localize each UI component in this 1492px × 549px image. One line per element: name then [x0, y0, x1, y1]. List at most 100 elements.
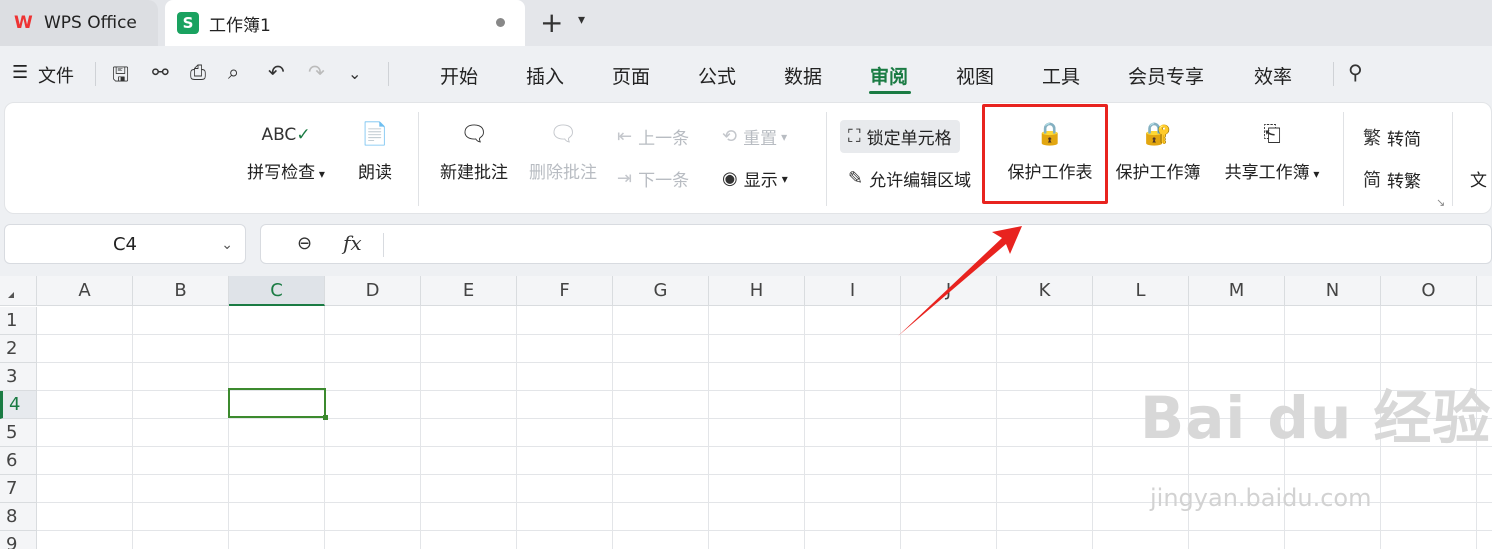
divider — [383, 233, 384, 257]
lock-cell-button[interactable]: ⛶ 锁定单元格 — [840, 120, 960, 153]
select-all-corner[interactable] — [0, 276, 37, 306]
menu-item-tools[interactable]: 工具 — [1042, 62, 1080, 89]
print-icon[interactable]: ⎙ — [190, 60, 206, 84]
menu-item-member[interactable]: 会员专享 — [1128, 62, 1204, 89]
tab-document[interactable]: S 工作簿1 — [165, 0, 525, 46]
to-traditional-button[interactable]: 简转繁 — [1363, 166, 1421, 192]
lock-cell-icon: ⛶ — [848, 126, 861, 147]
row-header[interactable]: 2 — [0, 335, 37, 363]
menu-item-start[interactable]: 开始 — [440, 62, 478, 89]
read-aloud-button[interactable]: 📄 朗读 — [352, 118, 398, 183]
show-button[interactable]: ◉ 显示 ▾ — [722, 166, 788, 191]
ribbon-divider — [1452, 112, 1453, 206]
protect-workbook-label: 保护工作簿 — [1115, 163, 1201, 183]
link-icon[interactable]: ⚯ — [152, 60, 169, 84]
reset-button[interactable]: ⟲ 重置 ▾ — [722, 124, 787, 149]
simplified-char-icon: 简 — [1363, 170, 1381, 191]
menu-item-page[interactable]: 页面 — [612, 62, 650, 89]
chevron-down-icon[interactable]: ⌄ — [221, 225, 233, 265]
baidu-watermark-url: jingyan.baidu.com — [1150, 484, 1372, 512]
edit-range-icon: ✎ — [848, 168, 864, 189]
undo-icon[interactable]: ↶ — [268, 60, 285, 84]
menu-item-data[interactable]: 数据 — [784, 62, 822, 89]
column-header[interactable]: D — [325, 276, 421, 306]
column-header[interactable]: J — [901, 276, 997, 306]
row-header[interactable]: 1 — [0, 307, 37, 335]
column-header[interactable]: B — [133, 276, 229, 306]
column-header[interactable]: E — [421, 276, 517, 306]
delete-comment-button[interactable]: 🗨 删除批注 — [525, 118, 601, 183]
fx-icon[interactable]: fx — [343, 231, 362, 255]
show-label: 显示 — [743, 171, 778, 191]
previous-comment-button[interactable]: ⇤ 上一条 — [617, 124, 689, 149]
formula-input[interactable]: ⊖ fx — [260, 224, 1492, 264]
tab-wps-label: WPS Office — [44, 13, 137, 33]
save-icon[interactable]: 🖫 — [112, 60, 129, 94]
row-header[interactable]: 6 — [0, 447, 37, 475]
ribbon-divider — [826, 112, 827, 206]
column-header[interactable]: H — [709, 276, 805, 306]
menu-item-review[interactable]: 审阅 — [870, 62, 908, 89]
delete-comment-icon: 🗨 — [549, 122, 577, 147]
menu-item-view[interactable]: 视图 — [956, 62, 994, 89]
row-header[interactable]: 7 — [0, 475, 37, 503]
column-header[interactable]: G — [613, 276, 709, 306]
column-header[interactable]: F — [517, 276, 613, 306]
tab-document-label: 工作簿1 — [209, 15, 271, 36]
row-header-selected[interactable]: 4 — [0, 391, 37, 419]
column-header-selected[interactable]: C — [229, 276, 325, 306]
row-header[interactable]: 3 — [0, 363, 37, 391]
row-header[interactable]: 8 — [0, 503, 37, 531]
active-tab-indicator — [869, 91, 911, 94]
column-header[interactable]: A — [37, 276, 133, 306]
new-tab-button[interactable]: + — [540, 8, 563, 38]
spell-check-button[interactable]: ABC✓ 拼写检查 ▾ — [243, 118, 329, 183]
ribbon-divider — [1343, 112, 1344, 206]
column-header[interactable]: O — [1381, 276, 1477, 306]
chevron-down-icon[interactable]: ⌄ — [348, 64, 361, 83]
row-header[interactable]: 9 — [0, 531, 37, 549]
chevron-down-icon[interactable]: ▾ — [578, 12, 585, 28]
unsaved-dot-icon[interactable] — [496, 18, 505, 27]
divider — [388, 62, 389, 86]
redo-icon[interactable]: ↷ — [308, 60, 325, 84]
wps-logo-icon: W — [14, 13, 33, 33]
column-header[interactable]: K — [997, 276, 1093, 306]
protect-workbook-button[interactable]: 🔐 保护工作簿 — [1112, 118, 1204, 183]
ribbon-item-document[interactable]: 文 — [1470, 166, 1487, 191]
to-simplified-button[interactable]: 繁转简 — [1363, 124, 1421, 150]
column-header[interactable]: L — [1093, 276, 1189, 306]
tab-wps-office[interactable]: W WPS Office — [0, 0, 158, 46]
zoom-icon[interactable]: ⊖ — [297, 233, 312, 254]
menu-item-insert[interactable]: 插入 — [526, 62, 564, 89]
menu-item-formula[interactable]: 公式 — [698, 62, 736, 89]
share-workbook-button[interactable]: ⎗ 共享工作簿 ▾ — [1218, 118, 1326, 183]
delete-comment-label: 删除批注 — [529, 163, 597, 183]
to-simplified-label: 转简 — [1387, 129, 1421, 150]
print-preview-icon[interactable]: ⌕ — [228, 60, 239, 84]
column-header[interactable]: I — [805, 276, 901, 306]
next-comment-button[interactable]: ⇥ 下一条 — [617, 166, 689, 191]
read-aloud-icon: 📄 — [361, 122, 389, 147]
column-header[interactable]: M — [1189, 276, 1285, 306]
menu-icon[interactable]: ☰ — [12, 62, 28, 83]
highlight-box — [982, 104, 1108, 204]
spell-check-label: 拼写检查 — [247, 163, 316, 183]
search-icon[interactable]: ⚲ — [1348, 60, 1363, 84]
traditional-char-icon: 繁 — [1363, 128, 1381, 149]
spreadsheet-icon: S — [177, 12, 199, 34]
reset-label: 重置 — [743, 129, 778, 149]
allow-edit-range-button[interactable]: ✎ 允许编辑区域 — [848, 166, 971, 191]
expand-corner-icon[interactable]: ↘ — [1436, 196, 1445, 209]
column-header[interactable]: N — [1285, 276, 1381, 306]
column-header-row: A B C D E F G H I J K L M N O — [0, 276, 1492, 306]
menu-file[interactable]: 文件 — [38, 62, 74, 88]
menu-item-efficiency[interactable]: 效率 — [1254, 62, 1292, 89]
new-comment-button[interactable]: 🗨 新建批注 — [436, 118, 512, 183]
allow-edit-range-label: 允许编辑区域 — [869, 171, 972, 191]
protect-workbook-icon: 🔐 — [1144, 122, 1172, 147]
name-box[interactable]: C4 ⌄ — [4, 224, 246, 264]
selected-cell[interactable] — [228, 388, 328, 420]
name-box-value: C4 — [112, 234, 138, 255]
row-header[interactable]: 5 — [0, 419, 37, 447]
